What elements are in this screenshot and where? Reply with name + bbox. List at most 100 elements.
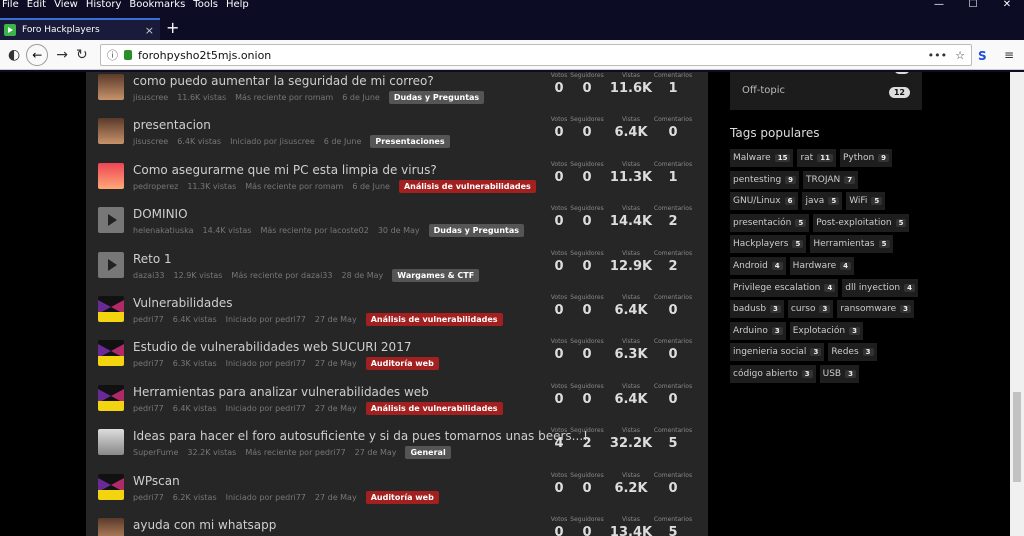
tag-item[interactable]: Android 4 xyxy=(730,257,786,275)
topic-row[interactable]: Reto 1 dazai33 12.9K vistas Más reciente po… xyxy=(86,250,708,294)
topic-recent[interactable]: Más reciente por romam xyxy=(235,93,333,102)
tag-item[interactable]: Arduino 3 xyxy=(730,321,786,340)
menu-bookmarks[interactable]: Bookmarks xyxy=(129,0,185,12)
tag-item[interactable]: Malware 15 xyxy=(730,149,794,167)
topic-recent[interactable]: Más reciente por pedri77 xyxy=(245,448,345,457)
tab-close-icon[interactable]: × xyxy=(145,24,154,37)
forward-button[interactable]: → xyxy=(56,47,68,63)
topic-title[interactable]: presentacion xyxy=(133,118,211,132)
tag-item[interactable]: Hardware 4 xyxy=(789,257,854,275)
topic-recent[interactable]: Iniciado por pedri77 xyxy=(226,493,306,502)
hamburger-menu-icon[interactable]: ≡ xyxy=(1004,48,1014,62)
topic-recent[interactable]: Más reciente por lacoste02 xyxy=(260,226,368,235)
menu-tools[interactable]: Tools xyxy=(193,0,218,12)
noscript-icon[interactable]: S xyxy=(978,49,987,63)
topic-author[interactable]: jisuscree xyxy=(133,93,168,102)
category-badge[interactable]: Análisis de vulnerabilidades xyxy=(365,401,503,415)
tag-item[interactable]: WiFi 5 xyxy=(846,192,886,211)
topic-author[interactable]: pedri77 xyxy=(133,404,164,413)
back-button[interactable]: ← xyxy=(26,43,49,66)
topic-author[interactable]: jisuscree xyxy=(133,137,168,146)
topic-title[interactable]: Herramientas para analizar vulnerabilida… xyxy=(133,385,429,399)
topic-author[interactable]: helenakatiuska xyxy=(133,226,194,235)
menu-view[interactable]: View xyxy=(54,0,78,12)
avatar[interactable] xyxy=(98,251,124,278)
tag-item[interactable]: rat 11 xyxy=(797,149,836,167)
topic-row[interactable]: Ideas para hacer el foro autosuficiente … xyxy=(86,427,708,471)
avatar[interactable] xyxy=(98,118,124,145)
tag-item[interactable]: Hackplayers 5 xyxy=(730,235,807,254)
tag-item[interactable]: Privilege escalation 4 xyxy=(730,278,839,297)
new-tab-button[interactable]: + xyxy=(166,18,179,38)
topic-row[interactable]: DOMINIO helenakatiuska 14.4K vistas Más rec… xyxy=(86,205,708,249)
menu-edit[interactable]: Edit xyxy=(27,0,46,12)
url-bar[interactable]: ⓘ forohpysho2t5mjs.onion ••• ☆ xyxy=(100,44,972,66)
url-text[interactable]: forohpysho2t5mjs.onion xyxy=(138,49,271,62)
tag-item[interactable]: dll inyection 4 xyxy=(842,278,918,297)
topic-recent[interactable]: Más reciente por romam xyxy=(245,182,343,191)
topic-author[interactable]: pedroperez xyxy=(133,182,178,191)
close-icon[interactable]: ✕ xyxy=(990,0,1024,12)
topic-title[interactable]: como puedo aumentar la seguridad de mi c… xyxy=(133,74,434,88)
maximize-icon[interactable]: ☐ xyxy=(956,0,990,12)
page-actions-button[interactable]: ••• xyxy=(928,49,947,62)
topic-row[interactable]: Vulnerabilidades pedri77 6.4K vistas Inicia… xyxy=(86,294,708,338)
avatar[interactable] xyxy=(98,384,124,411)
topic-author[interactable]: SuperFume xyxy=(133,448,178,457)
minimize-icon[interactable]: — xyxy=(922,0,956,12)
menu-help[interactable]: Help xyxy=(226,0,249,12)
scrollbar[interactable] xyxy=(1010,72,1024,536)
avatar[interactable] xyxy=(98,429,124,456)
avatar[interactable] xyxy=(98,296,124,322)
category-badge[interactable]: Análisis de vulnerabilidades xyxy=(398,179,536,193)
category-badge[interactable]: Análisis de vulnerabilidades xyxy=(365,313,503,326)
tag-item[interactable]: Redes 3 xyxy=(828,343,877,362)
topic-recent[interactable]: Iniciado por jisuscree xyxy=(230,137,315,146)
tag-item[interactable]: GNU/Linux 6 xyxy=(730,192,799,211)
tag-item[interactable]: ingenieria social 3 xyxy=(730,343,825,362)
topic-title[interactable]: Reto 1 xyxy=(133,252,172,266)
tor-onion-icon[interactable]: ◐ xyxy=(8,47,20,63)
category-badge[interactable]: Dudas y Preguntas xyxy=(428,224,524,238)
avatar[interactable] xyxy=(98,74,124,100)
topic-title[interactable]: Ideas para hacer el foro autosuficiente … xyxy=(133,429,588,443)
category-badge[interactable]: General xyxy=(405,446,451,460)
category-badge[interactable]: Auditoría web xyxy=(365,357,439,371)
topic-title[interactable]: Como asegurarme que mi PC esta limpia de… xyxy=(133,163,437,177)
topic-title[interactable]: ayuda con mi whatsapp xyxy=(133,518,276,532)
tag-item[interactable]: código abierto 3 xyxy=(730,365,816,383)
tag-item[interactable]: presentación 5 xyxy=(730,213,810,232)
avatar[interactable] xyxy=(98,473,124,500)
topic-author[interactable]: pedri77 xyxy=(133,493,164,502)
topic-row[interactable]: WPscan pedri77 6.2K vistas Iniciado por ped… xyxy=(86,472,708,516)
category-badge[interactable]: Dudas y Preguntas xyxy=(388,91,485,104)
topic-title[interactable]: Estudio de vulnerabilidades web SUCURI 2… xyxy=(133,340,411,354)
tag-item[interactable]: curso 3 xyxy=(787,300,834,319)
tag-item[interactable]: Post-exploitation 5 xyxy=(813,213,910,232)
avatar[interactable] xyxy=(98,207,124,234)
topic-recent[interactable]: Iniciado por pedri77 xyxy=(226,359,306,368)
topic-title[interactable]: Vulnerabilidades xyxy=(133,296,232,310)
tag-item[interactable]: Explotación 3 xyxy=(789,321,864,340)
topic-row[interactable]: Estudio de vulnerabilidades web SUCURI 2… xyxy=(86,338,708,382)
tag-item[interactable]: Python 9 xyxy=(839,149,893,167)
browser-tab[interactable]: Foro Hackplayers × xyxy=(0,18,160,40)
tag-item[interactable]: pentesting 9 xyxy=(730,170,800,189)
topic-title[interactable]: DOMINIO xyxy=(133,207,188,221)
tag-item[interactable]: java 5 xyxy=(802,192,843,211)
tag-item[interactable]: badusb 3 xyxy=(730,300,784,319)
bookmark-star-icon[interactable]: ☆ xyxy=(955,49,965,62)
tag-item[interactable]: USB 3 xyxy=(819,365,859,383)
avatar[interactable] xyxy=(98,340,124,367)
scrollbar-thumb[interactable] xyxy=(1013,392,1021,482)
tag-item[interactable]: Herramientas 5 xyxy=(810,235,893,254)
reload-button[interactable]: ↻ xyxy=(76,47,88,63)
topic-author[interactable]: pedri77 xyxy=(133,359,164,368)
topic-recent[interactable]: Iniciado por pedri77 xyxy=(226,315,306,324)
category-item[interactable]: Off-topic xyxy=(742,85,785,96)
topic-row[interactable]: ayuda con mi whatsapp Votos 0 Seguidores 0 Vi… xyxy=(86,516,708,536)
topic-recent[interactable]: Más reciente por dazai33 xyxy=(231,271,332,280)
avatar[interactable] xyxy=(98,518,124,536)
topic-title[interactable]: WPscan xyxy=(133,474,180,488)
topic-recent[interactable]: Iniciado por pedri77 xyxy=(226,404,306,413)
